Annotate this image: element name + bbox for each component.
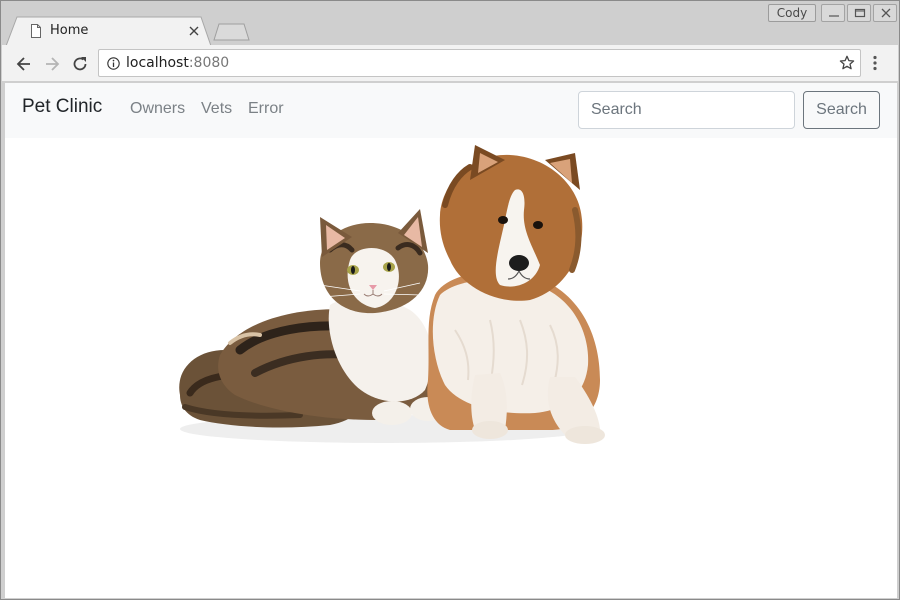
info-icon[interactable] [107, 57, 120, 70]
tab-home[interactable]: Home [6, 16, 211, 46]
brand-link[interactable]: Pet Clinic [22, 96, 102, 118]
close-icon [881, 8, 891, 18]
browser-menu-icon[interactable] [872, 55, 878, 71]
page-icon [31, 24, 41, 38]
page-viewport: Pet Clinic Owners Vets Error Search [5, 83, 897, 598]
url-port: :8080 [188, 55, 230, 71]
back-arrow-icon[interactable] [14, 54, 34, 74]
url-host: localhost [126, 55, 189, 71]
close-window-button[interactable] [873, 4, 897, 22]
user-badge[interactable]: Cody [768, 4, 816, 22]
maximize-icon [854, 8, 866, 18]
minimize-button[interactable] [821, 4, 845, 22]
address-bar[interactable]: localhost:8080 [98, 49, 861, 77]
tab-title: Home [50, 23, 89, 38]
title-bar: Cody Home [1, 1, 899, 46]
cat-and-dog-image [179, 145, 605, 444]
dog-figure [427, 145, 605, 444]
nav-link-error[interactable]: Error [248, 100, 284, 118]
nav-link-owners[interactable]: Owners [130, 100, 185, 118]
browser-toolbar: localhost:8080 [2, 45, 898, 82]
search-input[interactable] [578, 91, 795, 129]
reload-icon[interactable] [70, 54, 90, 74]
new-tab-button[interactable] [213, 23, 251, 41]
site-navbar: Pet Clinic Owners Vets Error Search [5, 83, 897, 138]
cat-figure [179, 209, 446, 428]
nav-link-vets[interactable]: Vets [201, 100, 232, 118]
bookmark-star-icon[interactable] [839, 55, 855, 71]
close-tab-icon[interactable] [188, 25, 200, 37]
search-button[interactable]: Search [803, 91, 880, 129]
forward-arrow-icon[interactable] [42, 54, 62, 74]
minimize-icon [829, 15, 839, 17]
url-text: localhost:8080 [126, 55, 229, 71]
browser-window: Cody Home localhost:8080 Pet Clinic Owne… [0, 0, 900, 600]
maximize-button[interactable] [847, 4, 871, 22]
